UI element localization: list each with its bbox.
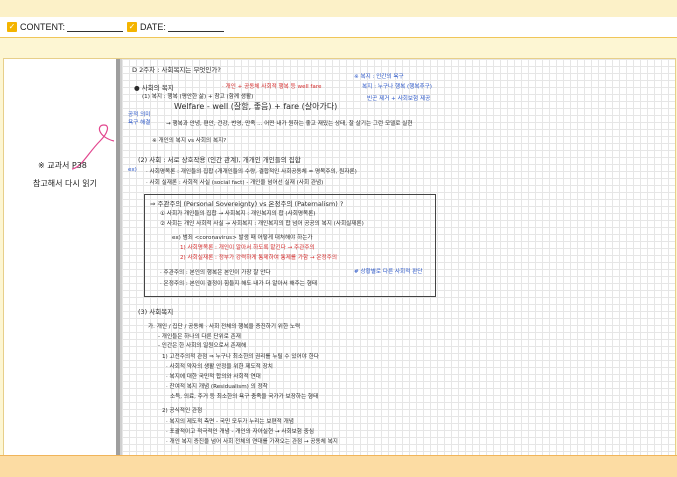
content-field[interactable]: ✓ CONTENT: bbox=[7, 21, 123, 32]
annotation-blue3: 빈곤 제거 + 사회보험 제공 bbox=[367, 96, 431, 102]
s3-line9: 2) 공식적인 관점 bbox=[162, 408, 203, 414]
annotation-blue2: 복지 : 누구나 행복 (행복추구) bbox=[362, 84, 432, 90]
box-line1: ⇒ 주관주의 (Personal Sovereignty) vs 온정주의 (P… bbox=[150, 200, 344, 208]
annotation-red3: ex) bbox=[128, 167, 137, 173]
s3-line10: · 복지의 제도적 측면 - 국민 모두가 누리는 보편적 개념 bbox=[166, 419, 294, 425]
content-label: CONTENT: bbox=[20, 21, 65, 32]
box-line4: ex) 범죄 <coronavirus> 발생 때 어떻게 대처해야 하는가 bbox=[172, 235, 313, 241]
s1-line2: Welfare - well (잘함, 좋음) + fare (살아가다) bbox=[174, 102, 338, 111]
s3-line11: · 포괄적이고 적극적인 개념 - 개인의 자아실현 → 사회보험 중심 bbox=[166, 429, 314, 435]
s3-line12: · 개인 복지 증진을 넘어 사회 전체의 연대를 가져오는 관점 → 공동체 … bbox=[166, 439, 338, 445]
s3-line6: · 복지에 대한 국민적 합의와 사회적 연대 bbox=[166, 374, 261, 380]
s1-line1: (1) 복지 : 행복 (평안한 삶) + 참고 (함께 생활) bbox=[142, 94, 254, 100]
grid-page: D 2주차 : 사회복지는 무엇인가? ● 사회의 복지 · 개인 + 공동체 … bbox=[122, 59, 675, 455]
box-line3: ② 사회는 개인 사회적 사실 → 사회복지 : 개인복지의 합 넘어 공공의 … bbox=[160, 221, 364, 227]
box-line6: 2) 사회실재론 : 정부가 강력하게 통제하여 통제를 가함 → 온정주의 bbox=[180, 255, 337, 261]
annotation-blue4: 공적 의미 bbox=[128, 112, 151, 118]
page-title: D 2주차 : 사회복지는 무엇인가? bbox=[132, 66, 221, 74]
checkmark-icon: ✓ bbox=[127, 21, 137, 32]
note-paper: ※ 교과서 P38 참고해서 다시 읽기 D 2주차 : 사회복지는 무엇인가?… bbox=[3, 58, 676, 456]
s3-line2: - 개인들은 하나의 다른 단위로 존재 bbox=[158, 334, 241, 340]
left-margin-column: ※ 교과서 P38 참고해서 다시 읽기 bbox=[4, 59, 116, 455]
annotation-blue1: ※ 복지 : 인간의 욕구 bbox=[354, 74, 404, 80]
note-header: ✓ CONTENT: ✓ DATE: bbox=[0, 17, 677, 38]
s2-line2: · 사회 실재론 : 사회적 사실 (social fact) - 개인을 넘어… bbox=[146, 180, 324, 186]
s3-line3: - 인간은 한 사회의 일원으로서 존재해 bbox=[158, 343, 247, 349]
s3-line1: 가. 개인 / 집단 / 공동체 · 사회 전체의 행복을 증진하기 위한 노력 bbox=[148, 324, 301, 330]
s1-line4: ※ 개인의 복지 vs 사회의 복지? bbox=[152, 138, 227, 144]
s1-line3: → 행복과 안녕, 편안, 건강, 번영, 만족 ... 어떤 내가 원하는 좋… bbox=[166, 121, 413, 127]
s2-line1: · 사회명목론 : 개인들의 집합 (개개인들의 수량, 결합적인 사회공동체 … bbox=[146, 169, 357, 175]
annotation-blue5: 욕구 해결 bbox=[128, 120, 151, 126]
box-line5: 1) 사회명목론 : 개인이 알아서 하도록 맡긴다 → 주관주의 bbox=[180, 245, 315, 251]
s3-line4: 1) 고전주의적 관점 ⇒ 누구나 최소한의 권리를 누릴 수 있어야 한다 bbox=[162, 354, 319, 360]
s3-line5: · 사회적 약자의 생활 안정을 위한 제도적 장치 bbox=[166, 364, 273, 370]
content-input[interactable] bbox=[67, 21, 123, 32]
side-note-line1: ※ 교과서 P38 bbox=[38, 161, 87, 170]
box-line7: · 주관주의 : 본인의 행복은 본인이 가장 잘 안다 bbox=[160, 270, 271, 276]
yellow-band bbox=[0, 38, 677, 58]
date-label: DATE: bbox=[140, 21, 166, 32]
side-note-line2: 참고해서 다시 읽기 bbox=[33, 179, 97, 188]
date-input[interactable] bbox=[167, 21, 224, 32]
section1-title: ● 사회의 복지 bbox=[134, 84, 174, 92]
box-note: # 상황별로 다른 사회적 판단 bbox=[354, 269, 423, 275]
box-line8: · 온정주의 : 본인이 결정이 힘들지 해도 내가 더 알아서 해주는 형태 bbox=[160, 281, 318, 287]
bottom-band bbox=[0, 455, 677, 477]
checkmark-icon: ✓ bbox=[7, 21, 17, 32]
s3-line7: · 잔여적 복지 개념 (Residualism) 의 정착 bbox=[166, 384, 268, 390]
date-field[interactable]: ✓ DATE: bbox=[127, 21, 224, 32]
s3-line8: 소득, 의료, 주거 등 최소한의 욕구 충족을 국가가 보장하는 형태 bbox=[170, 394, 319, 400]
section2-title: (2) 사회 : 서로 상호작용 (인간 관계), 개개인 개인들의 집합 bbox=[138, 156, 301, 164]
box-line2: ① 사회가 개인들의 집합 → 사회복지 : 개인복지의 합 (사회명목론) bbox=[160, 211, 316, 217]
top-band bbox=[0, 0, 677, 17]
section3-title: (3) 사회복지 bbox=[138, 308, 174, 316]
annotation-red1: · 개인 + 공동체 사회적 행복 등 well fare bbox=[222, 84, 322, 90]
